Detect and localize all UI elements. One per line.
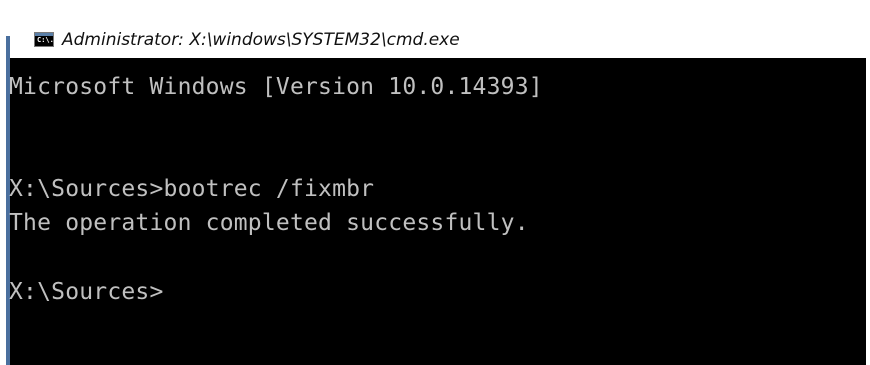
cmd-icon[interactable]: C:\. <box>34 32 54 47</box>
console-line-version: Microsoft Windows [Version 10.0.14393] <box>9 74 543 100</box>
console-line-result: The operation completed successfully. <box>9 210 529 236</box>
cmd-window: C:\. Administrator: X:\windows\SYSTEM32\… <box>0 0 870 365</box>
console-line-command: X:\Sources>bootrec /fixmbr <box>9 176 375 202</box>
cmd-icon-label: C:\. <box>37 36 54 44</box>
window-title: Administrator: X:\windows\SYSTEM32\cmd.e… <box>62 30 460 50</box>
console-line-prompt[interactable]: X:\Sources> <box>9 277 164 307</box>
title-bar[interactable]: C:\. Administrator: X:\windows\SYSTEM32\… <box>0 0 870 50</box>
